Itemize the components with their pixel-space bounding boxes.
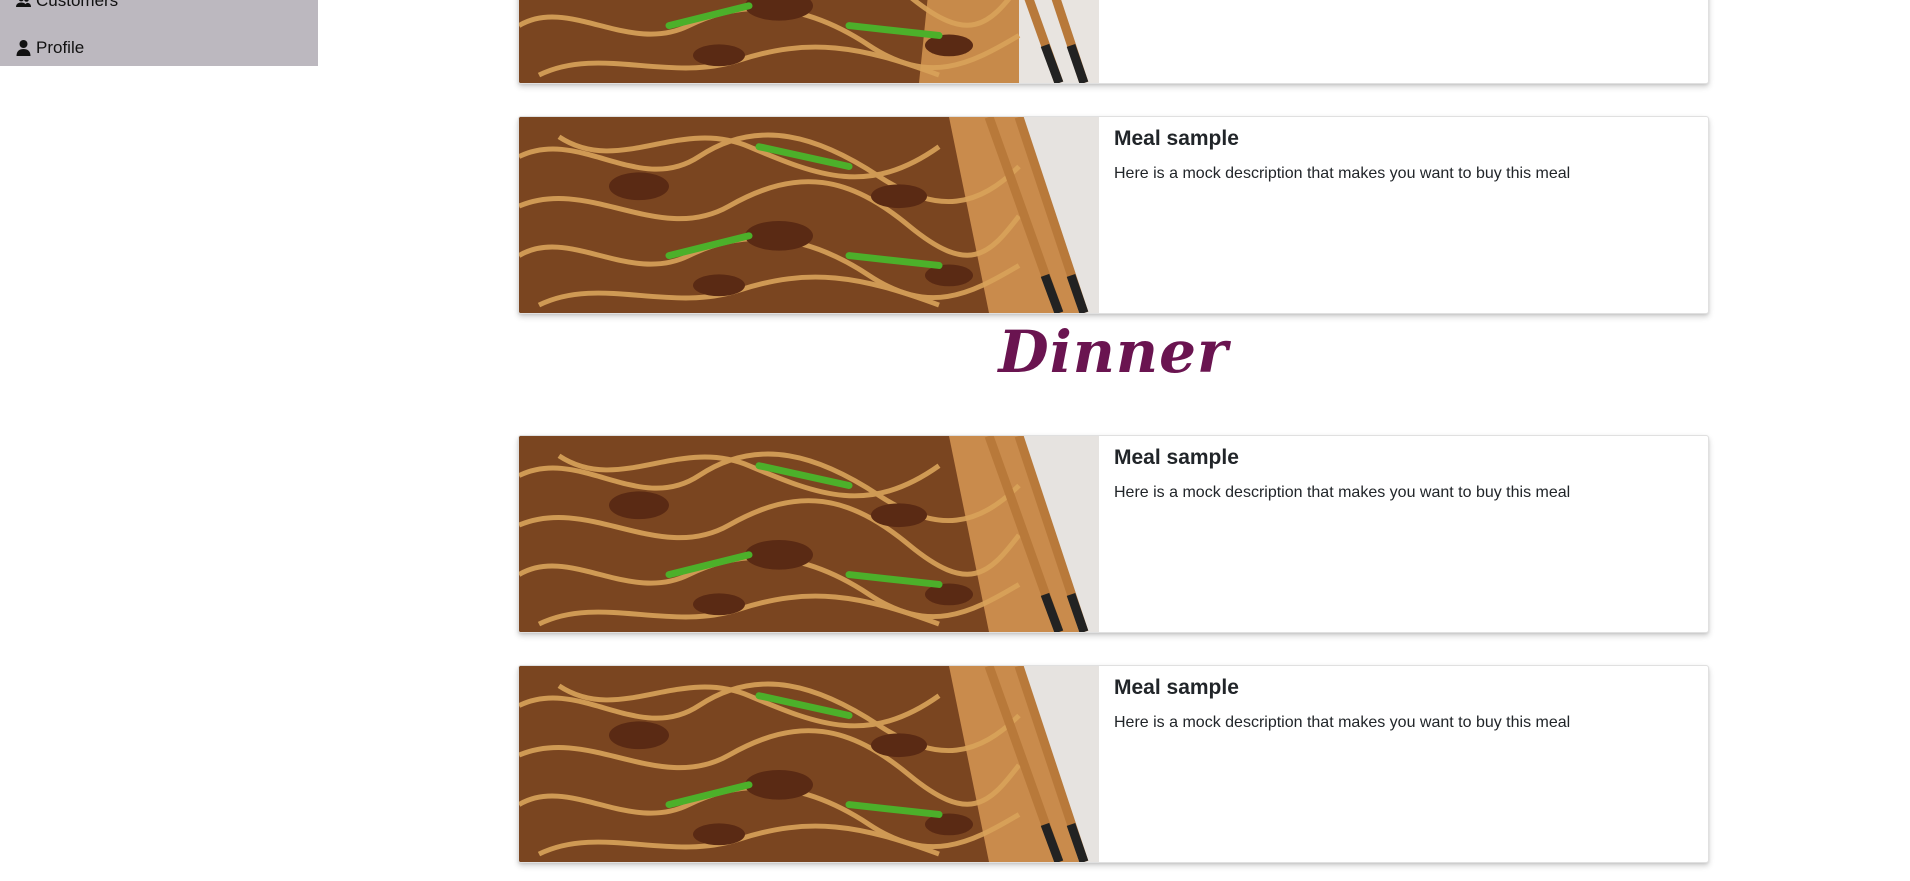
meal-image — [519, 117, 1099, 313]
sidebar-item-customers[interactable]: Customers — [16, 0, 118, 12]
meal-card[interactable]: Meal sample Here is a mock description t… — [518, 665, 1709, 863]
user-icon — [16, 40, 31, 56]
meal-title: Meal sample — [1114, 446, 1239, 469]
meal-card[interactable]: Meal sample Here is a mock description t… — [518, 435, 1709, 633]
section-title-dinner: Dinner — [998, 318, 1229, 386]
users-icon — [16, 0, 31, 9]
meal-description: Here is a mock description that makes yo… — [1114, 714, 1571, 731]
sidebar-item-label: Customers — [36, 0, 119, 10]
meal-body: Meal sample Here is a mock description t… — [1099, 117, 1708, 313]
meal-body: Meal sample Here is a mock description t… — [1099, 666, 1708, 862]
sidebar: Customers Profile — [0, 0, 318, 66]
meal-title: Meal sample — [1114, 127, 1239, 150]
meal-image — [519, 0, 1099, 83]
meal-description: Here is a mock description that makes yo… — [1114, 484, 1571, 501]
meal-title: Meal sample — [1114, 676, 1239, 699]
sidebar-item-label: Profile — [36, 38, 85, 57]
meal-card[interactable] — [518, 0, 1709, 84]
page: Customers Profile Meal sample Here is a … — [0, 0, 1910, 881]
meal-image — [519, 666, 1099, 862]
meal-description: Here is a mock description that makes yo… — [1114, 165, 1571, 182]
meal-image — [519, 436, 1099, 632]
meal-body: Meal sample Here is a mock description t… — [1099, 436, 1708, 632]
meal-body — [1099, 0, 1708, 83]
meal-card[interactable]: Meal sample Here is a mock description t… — [518, 116, 1709, 314]
sidebar-item-profile[interactable]: Profile — [16, 37, 84, 59]
